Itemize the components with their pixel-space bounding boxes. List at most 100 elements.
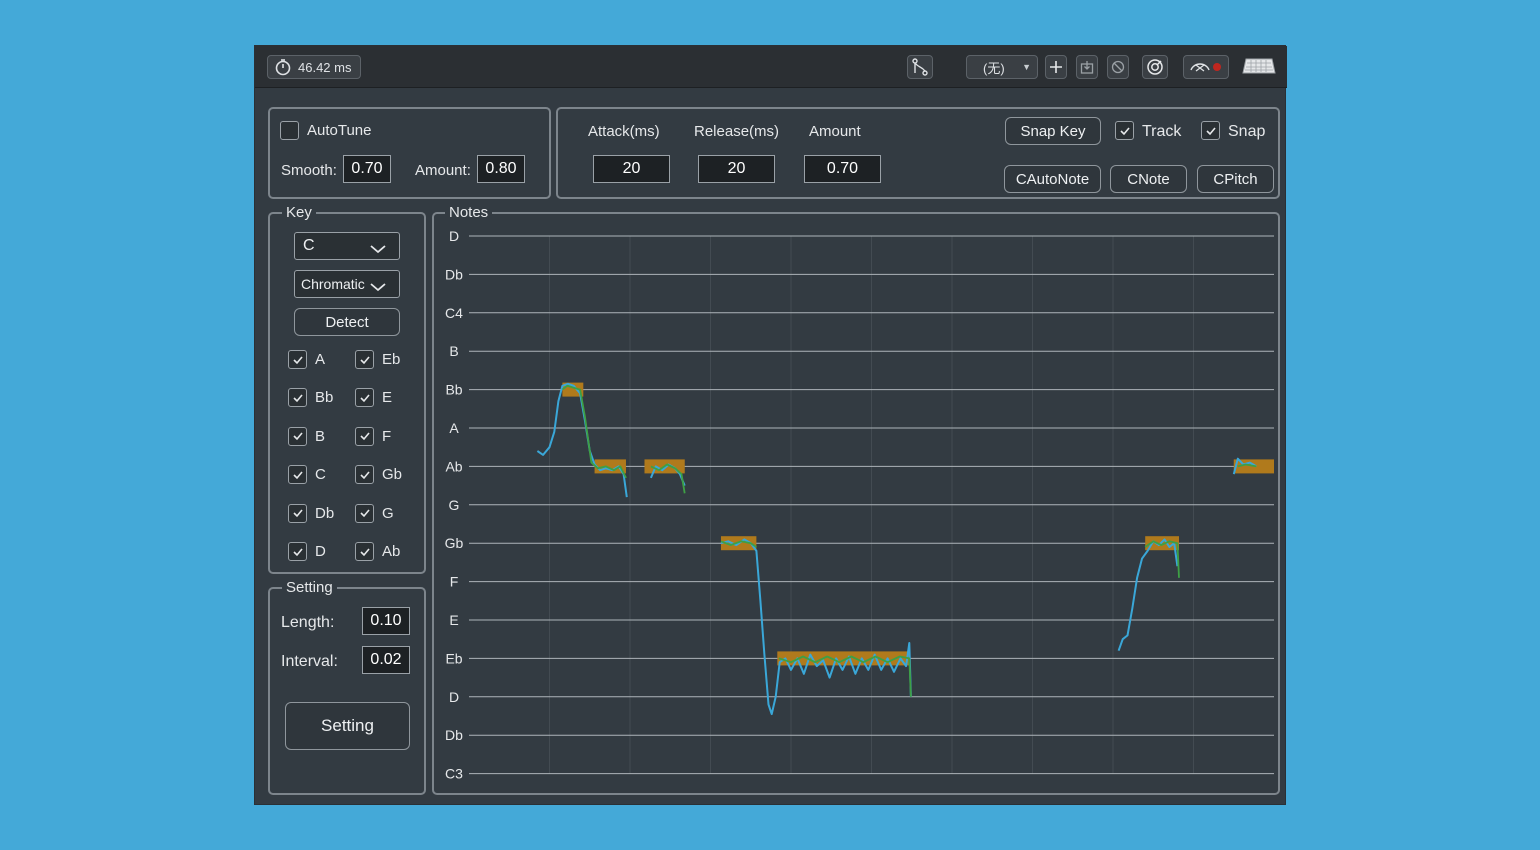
interval-field[interactable]: 0.02 [362, 646, 410, 674]
pitch-curve [720, 538, 912, 716]
pitch-label: F [450, 574, 459, 590]
pitch-label: B [449, 343, 458, 359]
key-note-label: B [315, 427, 326, 445]
key-select[interactable]: C [294, 232, 400, 260]
check-icon [1119, 126, 1130, 135]
midi-record-button[interactable] [1183, 55, 1229, 79]
check-icon [359, 394, 370, 403]
interval-label: Interval: [281, 653, 338, 670]
key-note-checkbox[interactable] [355, 426, 374, 446]
pitch-label: A [449, 420, 459, 436]
length-field[interactable]: 0.10 [362, 607, 410, 635]
pitch-label: E [449, 612, 458, 628]
envelope-amount-field[interactable]: 0.70 [804, 155, 881, 183]
key-note-checkbox[interactable] [288, 426, 307, 446]
key-note-checkbox[interactable] [355, 542, 374, 561]
detect-button[interactable]: Detect [294, 308, 400, 336]
key-note-label: Eb [382, 351, 401, 368]
key-note-checkbox[interactable] [355, 350, 374, 369]
pitch-label: Db [445, 266, 463, 282]
autotune-label: AutoTune [307, 122, 372, 139]
pitch-label: Eb [445, 650, 462, 666]
add-button[interactable] [1045, 55, 1067, 79]
autotune-amount-field[interactable]: 0.80 [477, 155, 525, 183]
check-icon [359, 547, 370, 556]
release-label: Release(ms) [694, 123, 780, 140]
latency-value: 46.42 ms [298, 59, 352, 75]
key-panel-title: Key [282, 204, 316, 222]
route-button[interactable] [907, 55, 933, 79]
attack-field[interactable]: 20 [593, 155, 670, 183]
key-value: C [303, 237, 315, 254]
key-note-checkbox[interactable] [288, 542, 307, 561]
track-checkbox[interactable] [1115, 121, 1134, 140]
pitch-label: Db [445, 727, 463, 743]
toolbar: 46.42 ms (无) ▼ [255, 46, 1287, 88]
cnote-button[interactable]: CNote [1110, 165, 1187, 193]
setting-panel-title: Setting [282, 579, 337, 597]
bypass-button[interactable] [1107, 55, 1129, 79]
preset-value: (无) [983, 60, 1005, 76]
pitch-label: Bb [445, 382, 462, 398]
smooth-field[interactable]: 0.70 [343, 155, 391, 183]
pitch-label: Gb [445, 535, 464, 551]
target-button[interactable] [1142, 55, 1168, 79]
check-icon [1205, 126, 1216, 135]
pitch-editor[interactable]: D Db C4 B Bb A Ab G Gb F E Eb D Db C3 [434, 214, 1278, 793]
key-note-checkbox[interactable] [288, 465, 307, 485]
key-note-label: E [382, 389, 393, 407]
scale-value: Chromatic [301, 276, 365, 292]
check-icon [359, 355, 370, 364]
check-icon [292, 355, 303, 364]
keyboard-button[interactable] [1242, 57, 1276, 77]
import-button[interactable] [1076, 55, 1098, 79]
length-label: Length: [281, 614, 335, 631]
release-field[interactable]: 20 [698, 155, 775, 183]
chevron-down-icon [369, 279, 387, 295]
midi-record-icon [1188, 59, 1224, 75]
bypass-icon [1111, 60, 1125, 74]
check-icon [359, 471, 370, 479]
key-note-label: F [382, 427, 392, 445]
pitch-label: D [449, 689, 459, 705]
preset-select[interactable]: (无) ▼ [966, 55, 1038, 79]
key-note-label: Db [315, 504, 335, 522]
check-icon [359, 432, 370, 441]
pitch-curve [1117, 538, 1179, 652]
stopwatch-icon [274, 58, 292, 76]
scale-select[interactable]: Chromatic [294, 270, 400, 298]
route-icon [911, 58, 929, 76]
snap-key-button[interactable]: Snap Key [1005, 117, 1101, 145]
key-note-label: G [382, 504, 394, 522]
autotune-checkbox[interactable] [280, 121, 299, 140]
target-icon [1146, 58, 1164, 76]
key-note-checkbox[interactable] [288, 503, 307, 523]
key-note-label: Ab [382, 543, 401, 560]
snap-checkbox[interactable] [1201, 121, 1220, 140]
key-panel: Key C Chromatic Detect A Eb Bb E B F C Gb Db G D Ab [268, 204, 426, 574]
key-note-label: D [315, 543, 326, 560]
autotune-plugin-window: 46.42 ms (无) ▼ AutoTune Smooth: 0.70 Amo… [254, 45, 1287, 805]
attack-label: Attack(ms) [588, 123, 660, 140]
setting-button[interactable]: Setting [285, 702, 410, 750]
key-note-label: A [315, 351, 326, 368]
plus-icon [1049, 60, 1063, 74]
key-note-checkbox[interactable] [288, 388, 307, 408]
smooth-label: Smooth: [281, 162, 337, 179]
key-note-checkbox[interactable] [355, 503, 374, 523]
cautonote-button[interactable]: CAutoNote [1004, 165, 1101, 193]
key-note-checkbox[interactable] [288, 350, 307, 369]
chevron-down-icon [369, 241, 387, 259]
key-note-checkbox[interactable] [355, 465, 374, 485]
cpitch-button[interactable]: CPitch [1197, 165, 1274, 193]
pitch-label: G [449, 497, 460, 513]
pitch-label: C4 [445, 305, 463, 321]
notes-panel: Notes D Db C4 B Bb A Ab G Gb F E Eb D Db C3 [432, 204, 1280, 795]
check-icon [292, 547, 303, 556]
key-note-checkbox[interactable] [355, 388, 374, 408]
check-icon [292, 509, 303, 518]
envelope-panel: Attack(ms) 20 Release(ms) 20 Amount 0.70… [556, 107, 1280, 199]
track-label: Track [1142, 123, 1182, 140]
check-icon [359, 509, 370, 518]
keyboard-icon [1242, 58, 1276, 81]
